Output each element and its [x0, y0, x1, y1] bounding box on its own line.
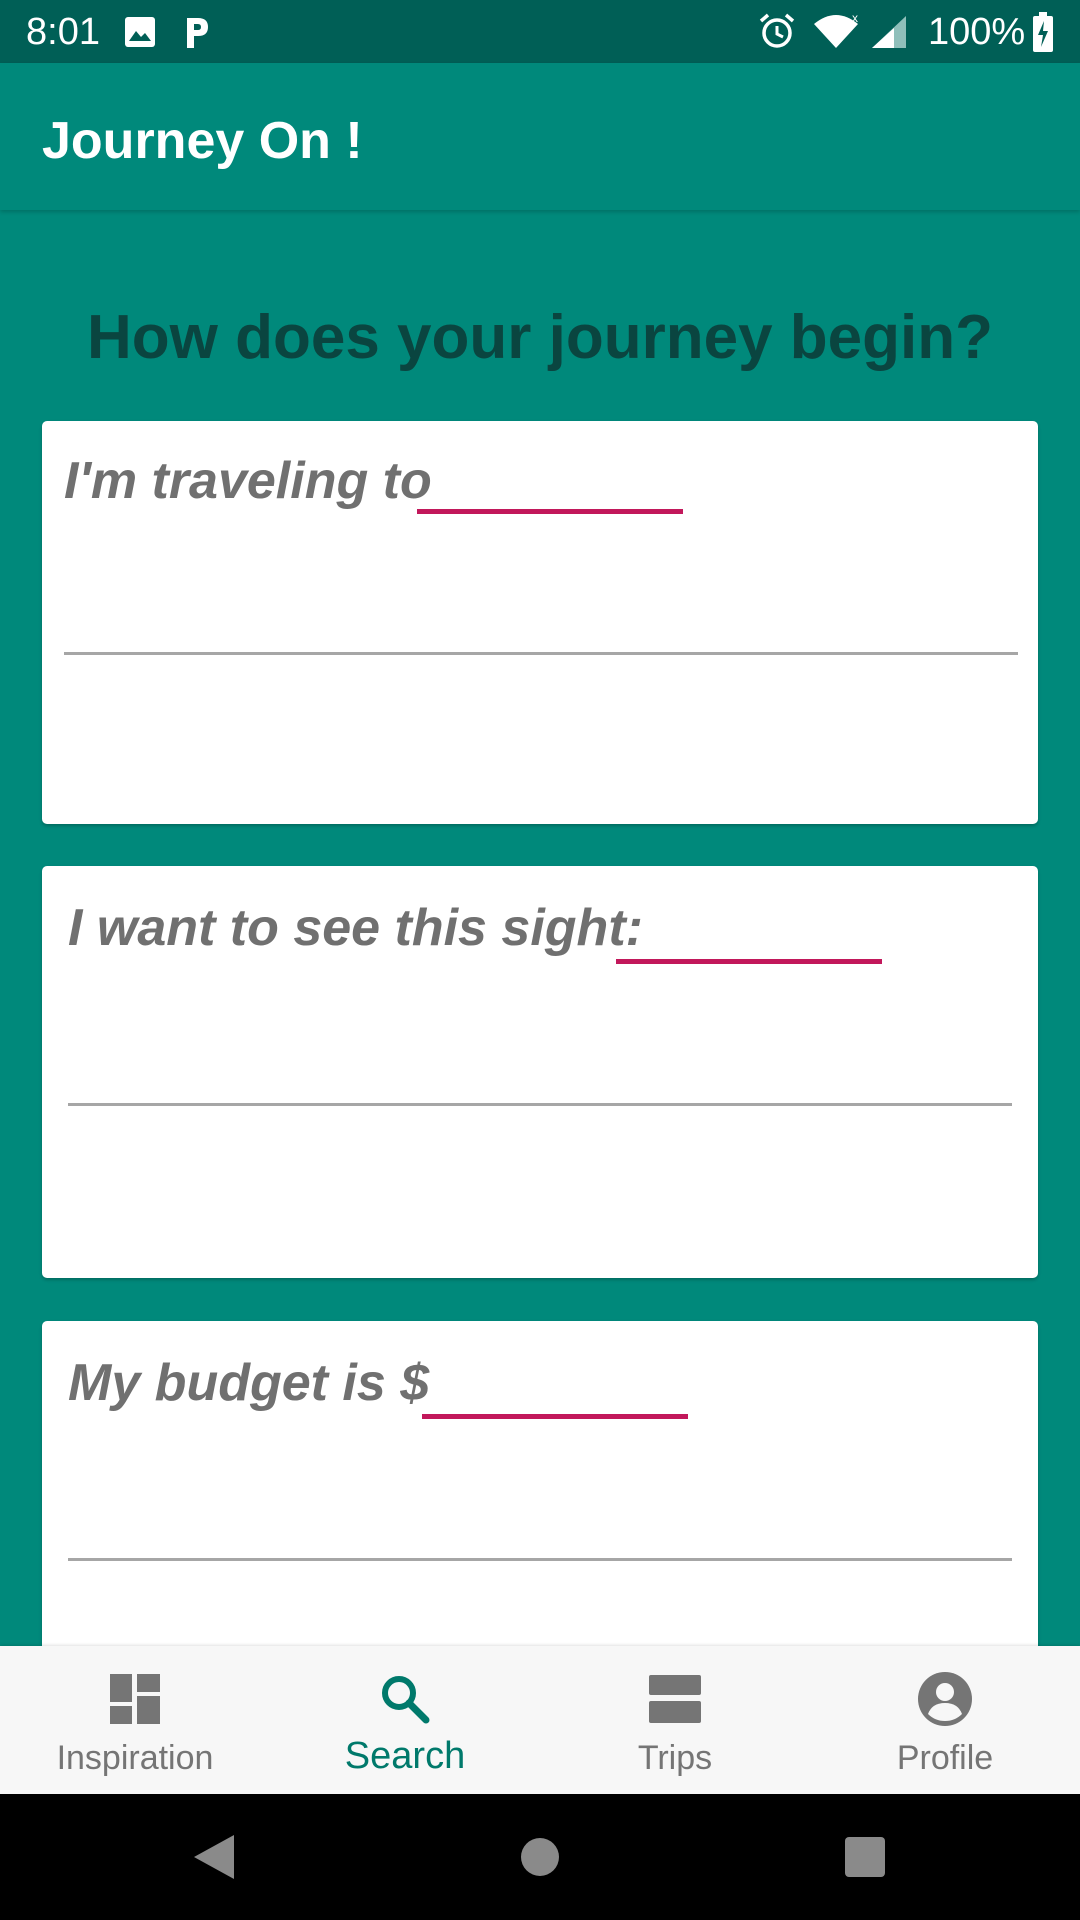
battery-charging-icon — [1032, 12, 1054, 52]
destination-input[interactable] — [64, 652, 1018, 655]
bottom-navigation: Inspiration Search Trips Profile — [0, 1646, 1080, 1794]
nav-label-inspiration: Inspiration — [56, 1739, 214, 1777]
budget-blank-underline — [422, 1414, 688, 1419]
view-agenda-icon — [540, 1671, 810, 1726]
dashboard-icon — [0, 1671, 270, 1726]
status-time: 8:01 — [26, 11, 100, 53]
nav-label-profile: Profile — [896, 1739, 994, 1777]
sight-input[interactable] — [68, 1103, 1012, 1106]
status-bar: 8:01 x 100% — [0, 0, 1080, 63]
app-bar: Journey On ! — [0, 63, 1080, 210]
account-circle-icon — [810, 1671, 1080, 1726]
parking-notification-icon — [182, 14, 212, 50]
budget-card: My budget is $ — [42, 1321, 1038, 1681]
svg-text:x: x — [852, 14, 858, 25]
nav-label-search: Search — [344, 1735, 466, 1777]
destination-card: I'm traveling to — [42, 421, 1038, 824]
nav-item-search[interactable]: Search — [270, 1646, 540, 1794]
sight-card: I want to see this sight: — [42, 866, 1038, 1278]
nav-item-trips[interactable]: Trips — [540, 1646, 810, 1794]
page-question: How does your journey begin? — [87, 303, 993, 372]
image-notification-icon — [124, 16, 156, 48]
budget-input[interactable] — [68, 1558, 1012, 1561]
destination-blank-underline — [417, 509, 683, 514]
sight-blank-underline — [616, 959, 882, 964]
home-icon[interactable] — [507, 1824, 573, 1890]
system-navigation-bar — [0, 1794, 1080, 1920]
destination-label: I'm traveling to — [64, 452, 432, 510]
battery-percent: 100% — [928, 11, 1026, 53]
app-title: Journey On ! — [42, 112, 363, 170]
alarm-icon — [758, 12, 796, 50]
signal-icon — [870, 14, 908, 50]
search-icon — [270, 1671, 540, 1726]
nav-item-profile[interactable]: Profile — [810, 1646, 1080, 1794]
nav-label-trips: Trips — [637, 1739, 713, 1777]
wifi-icon: x — [812, 14, 860, 50]
sight-label: I want to see this sight: — [68, 899, 643, 957]
recents-icon[interactable] — [832, 1824, 898, 1890]
nav-item-inspiration[interactable]: Inspiration — [0, 1646, 270, 1794]
back-icon[interactable] — [180, 1824, 246, 1890]
budget-label: My budget is $ — [68, 1354, 430, 1412]
